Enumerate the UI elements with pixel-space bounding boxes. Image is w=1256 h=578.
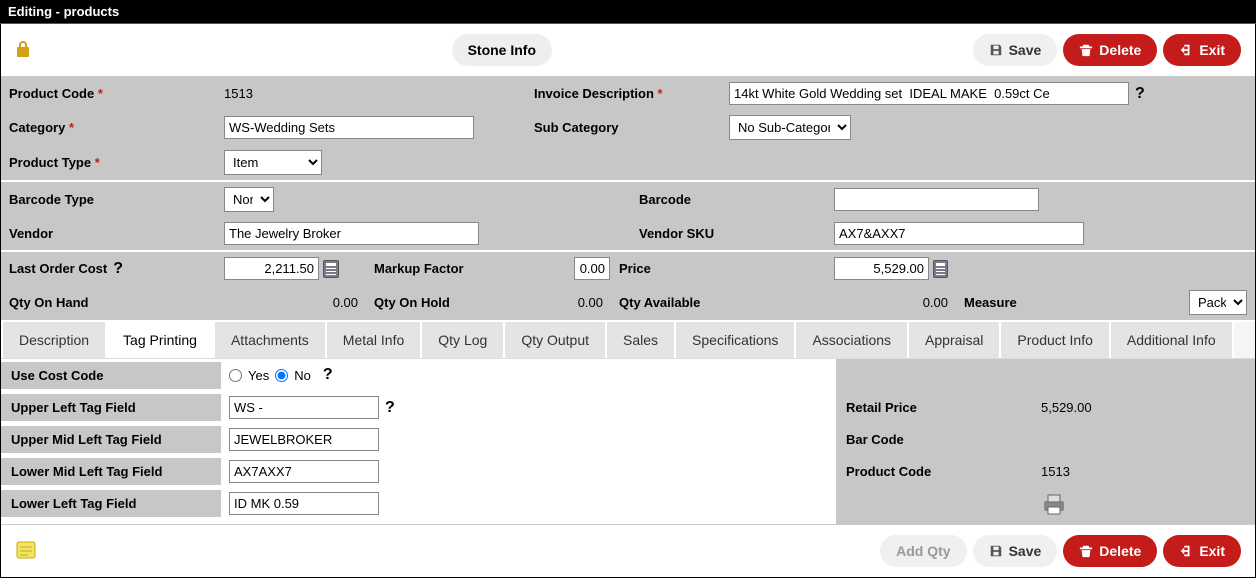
product-type-label: Product Type * [1, 145, 216, 180]
retail-price-value: 5,529.00 [1031, 394, 1102, 421]
tab-qty-log[interactable]: Qty Log [422, 322, 505, 358]
product-type-select[interactable]: Item [224, 150, 322, 175]
qty-on-hold-value: 0.00 [566, 285, 611, 320]
lower-mid-left-tag-label: Lower Mid Left Tag Field [1, 458, 221, 485]
upper-left-tag-label: Upper Left Tag Field [1, 394, 221, 421]
notes-icon[interactable] [15, 539, 37, 564]
window-body: Stone Info Save Delete Exit Product Code… [0, 24, 1256, 578]
add-qty-button[interactable]: Add Qty [880, 535, 966, 567]
upper-mid-left-tag-label: Upper Mid Left Tag Field [1, 426, 221, 453]
qty-on-hold-label: Qty On Hold [366, 285, 566, 320]
calculator-icon[interactable] [933, 260, 948, 278]
qty-available-label: Qty Available [611, 285, 826, 320]
tab-content-tag-printing: Use Cost Code Yes No ? Upper Left Tag Fi… [1, 358, 1255, 524]
measure-label: Measure [964, 295, 1189, 310]
qty-available-value: 0.00 [826, 285, 956, 320]
tab-associations[interactable]: Associations [796, 322, 909, 358]
delete-button-bottom[interactable]: Delete [1063, 535, 1157, 567]
retail-price-label: Retail Price [836, 394, 1031, 421]
product-code-label: Product Code * [1, 77, 216, 110]
vendor-label: Vendor [1, 217, 216, 250]
form-section-2: Barcode Type None Barcode Vendor Vendor … [1, 180, 1255, 250]
exit-button-bottom[interactable]: Exit [1163, 535, 1241, 567]
vendor-input[interactable] [224, 222, 479, 245]
markup-factor-input[interactable] [574, 257, 610, 280]
tab-metal-info[interactable]: Metal Info [327, 322, 422, 358]
form-section-3: Last Order Cost? Markup Factor Price Qty… [1, 250, 1255, 320]
lower-left-tag-label: Lower Left Tag Field [1, 490, 221, 517]
exit-button[interactable]: Exit [1163, 34, 1241, 66]
upper-mid-left-tag-input[interactable] [229, 428, 379, 451]
use-cost-code-no-radio[interactable] [275, 369, 288, 382]
help-icon[interactable]: ? [385, 399, 395, 416]
printer-icon[interactable] [1041, 493, 1067, 515]
tab-additional-info[interactable]: Additional Info [1111, 322, 1234, 358]
category-label: Category * [1, 110, 216, 145]
vendor-sku-label: Vendor SKU [631, 217, 826, 250]
barcode-type-label: Barcode Type [1, 182, 216, 217]
use-cost-code-yes-radio[interactable] [229, 369, 242, 382]
barcode-input[interactable] [834, 188, 1039, 211]
barcode-label: Barcode [631, 182, 826, 217]
save-button-bottom[interactable]: Save [973, 535, 1058, 567]
price-label: Price [611, 252, 826, 285]
upper-left-tag-input[interactable] [229, 396, 379, 419]
save-button[interactable]: Save [973, 34, 1058, 66]
tab-qty-output[interactable]: Qty Output [505, 322, 607, 358]
help-icon[interactable]: ? [1135, 85, 1145, 103]
markup-factor-label: Markup Factor [366, 252, 566, 285]
tab-sales[interactable]: Sales [607, 322, 676, 358]
measure-select[interactable]: Pack [1189, 290, 1247, 315]
lock-icon [15, 40, 31, 61]
lower-left-tag-input[interactable] [229, 492, 379, 515]
tab-tag-printing[interactable]: Tag Printing [107, 322, 215, 358]
sub-category-select[interactable]: No Sub-Category [729, 115, 851, 140]
category-input[interactable] [224, 116, 474, 139]
tab-product-info[interactable]: Product Info [1001, 322, 1111, 358]
calculator-icon[interactable] [323, 260, 339, 278]
no-label: No [294, 368, 311, 383]
sub-category-label: Sub Category [526, 110, 721, 145]
stone-info-button[interactable]: Stone Info [452, 34, 552, 66]
use-cost-code-label: Use Cost Code [1, 362, 221, 389]
lower-mid-left-tag-input[interactable] [229, 460, 379, 483]
delete-button[interactable]: Delete [1063, 34, 1157, 66]
qty-on-hand-value: 0.00 [216, 285, 366, 320]
vendor-sku-input[interactable] [834, 222, 1084, 245]
invoice-description-input[interactable] [729, 82, 1129, 105]
tag-product-code-value: 1513 [1031, 458, 1080, 485]
invoice-description-label: Invoice Description * [526, 77, 721, 110]
barcode-type-select[interactable]: None [224, 187, 274, 212]
tab-bar: DescriptionTag PrintingAttachmentsMetal … [1, 320, 1255, 358]
help-icon[interactable]: ? [113, 260, 123, 278]
product-code-value: 1513 [216, 77, 526, 110]
help-icon[interactable]: ? [323, 366, 333, 384]
tab-specifications[interactable]: Specifications [676, 322, 796, 358]
tab-appraisal[interactable]: Appraisal [909, 322, 1001, 358]
form-section-1: Product Code * 1513 Invoice Description … [1, 77, 1255, 180]
bar-code-label: Bar Code [836, 426, 1031, 453]
window-title: Editing - products [0, 0, 1256, 24]
tab-description[interactable]: Description [1, 322, 107, 358]
last-order-cost-input[interactable] [224, 257, 319, 280]
yes-label: Yes [248, 368, 269, 383]
last-order-cost-label: Last Order Cost? [1, 252, 216, 285]
qty-on-hand-label: Qty On Hand [1, 285, 216, 320]
top-toolbar: Stone Info Save Delete Exit [1, 24, 1255, 77]
tag-product-code-label: Product Code [836, 458, 1031, 485]
tab-attachments[interactable]: Attachments [215, 322, 327, 358]
price-input[interactable] [834, 257, 929, 280]
bottom-toolbar: Add Qty Save Delete Exit [1, 524, 1255, 577]
